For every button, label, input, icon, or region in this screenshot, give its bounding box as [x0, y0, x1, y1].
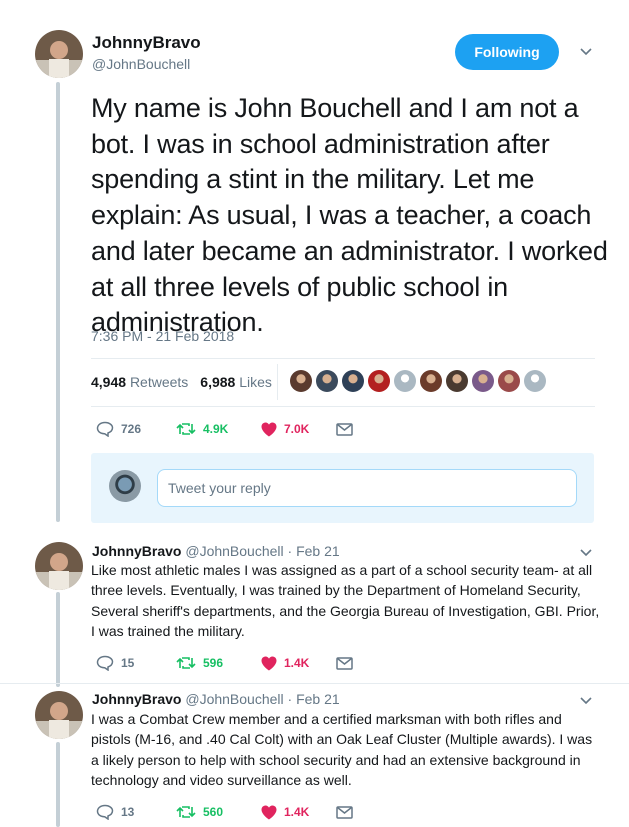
- direct-message-button[interactable]: [336, 805, 353, 819]
- retweet-button[interactable]: 596: [176, 656, 261, 670]
- divider: [91, 406, 595, 407]
- divider: [0, 683, 629, 684]
- reply-text: I was a Combat Crew member and a certifi…: [91, 711, 593, 788]
- current-user-avatar: [109, 470, 141, 502]
- reply-icon: [96, 421, 114, 437]
- more-options-chevron-down-icon[interactable]: [579, 45, 593, 59]
- heart-icon: [261, 422, 277, 436]
- heart-icon: [261, 805, 277, 819]
- retweet-icon: [176, 806, 196, 818]
- thread-line: [56, 82, 60, 522]
- retweet-icon: [176, 657, 196, 669]
- retweets-stat[interactable]: 4,948 Retweets: [91, 374, 188, 390]
- like-button[interactable]: 1.4K: [261, 656, 336, 671]
- envelope-icon: [336, 805, 353, 819]
- retweet-button[interactable]: 560: [176, 805, 261, 819]
- reply-text: Like most athletic males I was assigned …: [91, 562, 600, 639]
- like-button[interactable]: 1.4K: [261, 805, 336, 820]
- default-avatar[interactable]: [524, 370, 546, 392]
- tweet-stats: 4,948 Retweets 6,988 Likes: [91, 374, 272, 390]
- tweet-actions: 726 4.9K 7.0K: [96, 421, 353, 437]
- reply-button[interactable]: 13: [96, 804, 176, 820]
- liker-avatar[interactable]: [290, 370, 312, 392]
- like-button[interactable]: 7.0K: [261, 422, 336, 437]
- liker-avatar[interactable]: [446, 370, 468, 392]
- direct-message-button[interactable]: [336, 656, 353, 670]
- reply-button[interactable]: 726: [96, 421, 176, 437]
- likers-avatars[interactable]: [290, 370, 546, 392]
- more-options-chevron-down-icon[interactable]: [579, 694, 593, 708]
- liker-avatar[interactable]: [316, 370, 338, 392]
- reply-author-avatar[interactable]: [35, 542, 83, 590]
- liker-avatar[interactable]: [472, 370, 494, 392]
- reply-author-avatar[interactable]: [35, 691, 83, 739]
- author-name[interactable]: JohnnyBravo: [92, 33, 201, 53]
- retweet-icon: [176, 423, 196, 435]
- retweet-button[interactable]: 4.9K: [176, 422, 261, 436]
- following-button[interactable]: Following: [455, 34, 559, 70]
- liker-avatar[interactable]: [342, 370, 364, 392]
- reply-header[interactable]: JohnnyBravo @JohnBouchell · Feb 21: [92, 691, 340, 707]
- reply-actions: 13 560 1.4K: [96, 804, 353, 820]
- reply-icon: [96, 804, 114, 820]
- envelope-icon: [336, 656, 353, 670]
- reply-button[interactable]: 15: [96, 655, 176, 671]
- thread-line: [56, 742, 60, 827]
- tweet-timestamp[interactable]: 7:36 PM - 21 Feb 2018: [91, 328, 234, 344]
- stats-separator: [277, 364, 278, 400]
- heart-icon: [261, 656, 277, 670]
- reply-input[interactable]: Tweet your reply: [157, 469, 577, 507]
- thread-line: [56, 592, 60, 687]
- liker-avatar[interactable]: [420, 370, 442, 392]
- liker-avatar[interactable]: [498, 370, 520, 392]
- reply-icon: [96, 655, 114, 671]
- likes-stat[interactable]: 6,988 Likes: [200, 374, 272, 390]
- tweet-text: My name is John Bouchell and I am not a …: [91, 93, 608, 338]
- liker-avatar[interactable]: [368, 370, 390, 392]
- divider: [91, 358, 595, 359]
- author-handle[interactable]: @JohnBouchell: [92, 56, 190, 72]
- default-avatar[interactable]: [394, 370, 416, 392]
- reply-header[interactable]: JohnnyBravo @JohnBouchell · Feb 21: [92, 543, 340, 559]
- author-avatar[interactable]: [35, 30, 83, 78]
- direct-message-button[interactable]: [336, 422, 353, 436]
- reply-composer: Tweet your reply: [91, 453, 594, 523]
- more-options-chevron-down-icon[interactable]: [579, 546, 593, 560]
- envelope-icon: [336, 422, 353, 436]
- reply-actions: 15 596 1.4K: [96, 655, 353, 671]
